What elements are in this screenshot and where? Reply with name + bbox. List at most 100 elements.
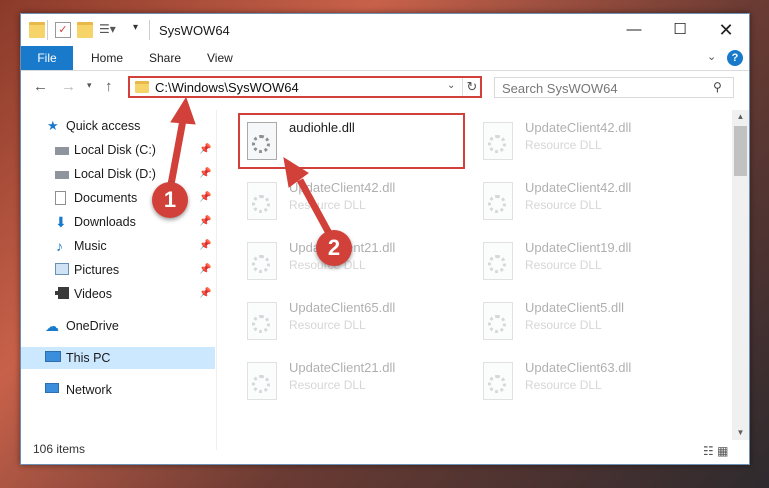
- videos-icon: [55, 287, 69, 299]
- separator: [47, 20, 48, 40]
- sidebar-item-label: This PC: [66, 351, 111, 365]
- address-path[interactable]: C:\Windows\SysWOW64: [155, 80, 299, 95]
- tab-home[interactable]: Home: [91, 46, 123, 70]
- sidebar-item-network[interactable]: Network: [21, 379, 215, 401]
- file-type: Resource DLL: [525, 138, 602, 152]
- file-item[interactable]: UpdateClient65.dll Resource DLL: [241, 294, 471, 348]
- file-item[interactable]: UpdateClient21.dll Resource DLL: [241, 234, 471, 288]
- navigation-pane: ★ Quick access Local Disk (C:) 📌 Local D…: [21, 110, 215, 450]
- maximize-button[interactable]: ☐: [657, 14, 703, 46]
- file-type: Resource DLL: [289, 318, 366, 332]
- pictures-icon: [55, 263, 69, 275]
- tab-share[interactable]: Share: [149, 46, 181, 70]
- folder-icon: [29, 22, 45, 38]
- sidebar-item-pictures[interactable]: Pictures 📌: [21, 259, 215, 281]
- chevron-down-icon[interactable]: ⌄: [447, 80, 455, 91]
- sidebar-item-quick-access[interactable]: ★ Quick access: [21, 115, 215, 137]
- back-icon[interactable]: ←: [33, 78, 48, 95]
- scroll-down-icon[interactable]: ▼: [732, 426, 749, 440]
- sidebar-item-this-pc[interactable]: This PC: [21, 347, 215, 369]
- file-item[interactable]: UpdateClient19.dll Resource DLL: [477, 234, 707, 288]
- file-type: Resource DLL: [289, 198, 366, 212]
- sidebar-item-label: OneDrive: [66, 319, 119, 333]
- separator: [149, 20, 150, 40]
- close-button[interactable]: ✕: [703, 14, 749, 46]
- dll-file-icon: [483, 242, 513, 280]
- file-name: UpdateClient42.dll: [525, 120, 632, 135]
- address-bar[interactable]: C:\Windows\SysWOW64 ⌄ ↻: [128, 76, 482, 98]
- scroll-up-icon[interactable]: ▲: [732, 110, 749, 124]
- sidebar-item-videos[interactable]: Videos 📌: [21, 283, 215, 305]
- search-input[interactable]: Search SysWOW64 ⚲: [494, 77, 734, 98]
- pin-icon: 📌: [199, 264, 212, 275]
- minimize-button[interactable]: —: [611, 14, 657, 46]
- sidebar-item-label: Local Disk (D:): [74, 167, 156, 181]
- dll-file-icon: [483, 182, 513, 220]
- sidebar-item-local-disk-c[interactable]: Local Disk (C:) 📌: [21, 139, 215, 161]
- sidebar-item-local-disk-d[interactable]: Local Disk (D:) 📌: [21, 163, 215, 185]
- vertical-scrollbar[interactable]: ▲ ▼: [732, 110, 749, 440]
- drive-icon: [55, 147, 69, 155]
- file-name: UpdateClient5.dll: [525, 300, 625, 315]
- dll-file-icon: [247, 302, 277, 340]
- quick-access-dropdown-icon[interactable]: ▾: [133, 22, 149, 38]
- file-type: Resource DLL: [525, 378, 602, 392]
- file-name: UpdateClient42.dll: [289, 180, 396, 195]
- status-item-count: 106 items: [33, 442, 86, 456]
- documents-icon: [55, 191, 66, 205]
- cloud-icon: ☁: [45, 318, 59, 334]
- star-icon: ★: [47, 118, 59, 133]
- dll-file-icon: [483, 302, 513, 340]
- view-toggle-icons[interactable]: ☷ ▦: [703, 444, 728, 458]
- pin-icon: 📌: [199, 192, 212, 203]
- sidebar-item-label: Local Disk (C:): [74, 143, 156, 157]
- file-item[interactable]: UpdateClient42.dll Resource DLL: [477, 114, 707, 168]
- file-item[interactable]: UpdateClient21.dll Resource DLL: [241, 354, 471, 408]
- up-icon[interactable]: ↑: [105, 78, 113, 95]
- refresh-icon[interactable]: ↻: [462, 78, 481, 96]
- file-item[interactable]: UpdateClient63.dll Resource DLL: [477, 354, 707, 408]
- dll-file-icon: [483, 122, 513, 160]
- sidebar-item-label: Documents: [74, 191, 138, 205]
- sidebar-item-label: Pictures: [74, 263, 120, 277]
- sidebar-item-label: Network: [66, 383, 112, 397]
- folder-icon: [135, 81, 149, 93]
- recent-dropdown-icon[interactable]: ▾: [87, 80, 92, 91]
- sidebar-item-label: Downloads: [74, 215, 136, 229]
- tab-file[interactable]: File: [21, 46, 73, 70]
- chevron-down-icon[interactable]: ⌄: [707, 50, 716, 63]
- forward-icon[interactable]: →: [61, 78, 76, 95]
- download-icon: ⬇: [55, 214, 67, 230]
- drive-icon: [55, 171, 69, 179]
- scroll-thumb[interactable]: [734, 126, 747, 176]
- sidebar-item-label: Quick access: [66, 119, 141, 133]
- file-name: UpdateClient63.dll: [525, 360, 632, 375]
- file-item[interactable]: UpdateClient5.dll Resource DLL: [477, 294, 707, 348]
- properties-icon[interactable]: ✓: [55, 22, 71, 38]
- sidebar-item-label: Music: [74, 239, 107, 253]
- file-type: Resource DLL: [525, 198, 602, 212]
- help-icon[interactable]: ?: [727, 50, 743, 66]
- search-icon[interactable]: ⚲: [713, 80, 722, 94]
- file-name: UpdateClient42.dll: [525, 180, 632, 195]
- file-name: UpdateClient19.dll: [525, 240, 632, 255]
- sidebar-item-music[interactable]: ♪ Music 📌: [21, 235, 215, 257]
- computer-icon: [45, 351, 61, 362]
- dll-file-icon: [247, 242, 277, 280]
- dll-file-icon: [247, 182, 277, 220]
- file-name: UpdateClient21.dll: [289, 360, 396, 375]
- file-item[interactable]: UpdateClient42.dll Resource DLL: [241, 174, 471, 228]
- customize-icon[interactable]: ☰▾: [99, 22, 116, 38]
- sidebar-item-label: Videos: [74, 287, 112, 301]
- pin-icon: 📌: [199, 288, 212, 299]
- pin-icon: 📌: [199, 144, 212, 155]
- sidebar-item-downloads[interactable]: ⬇ Downloads 📌: [21, 211, 215, 233]
- new-folder-icon[interactable]: [77, 22, 93, 38]
- file-item[interactable]: UpdateClient42.dll Resource DLL: [477, 174, 707, 228]
- sidebar-item-onedrive[interactable]: ☁ OneDrive: [21, 315, 215, 337]
- file-highlight-box: [238, 113, 465, 169]
- file-type: Resource DLL: [289, 378, 366, 392]
- tab-view[interactable]: View: [207, 46, 233, 70]
- ribbon: File Home Share View ⌄ ?: [21, 46, 749, 71]
- music-icon: ♪: [56, 238, 63, 254]
